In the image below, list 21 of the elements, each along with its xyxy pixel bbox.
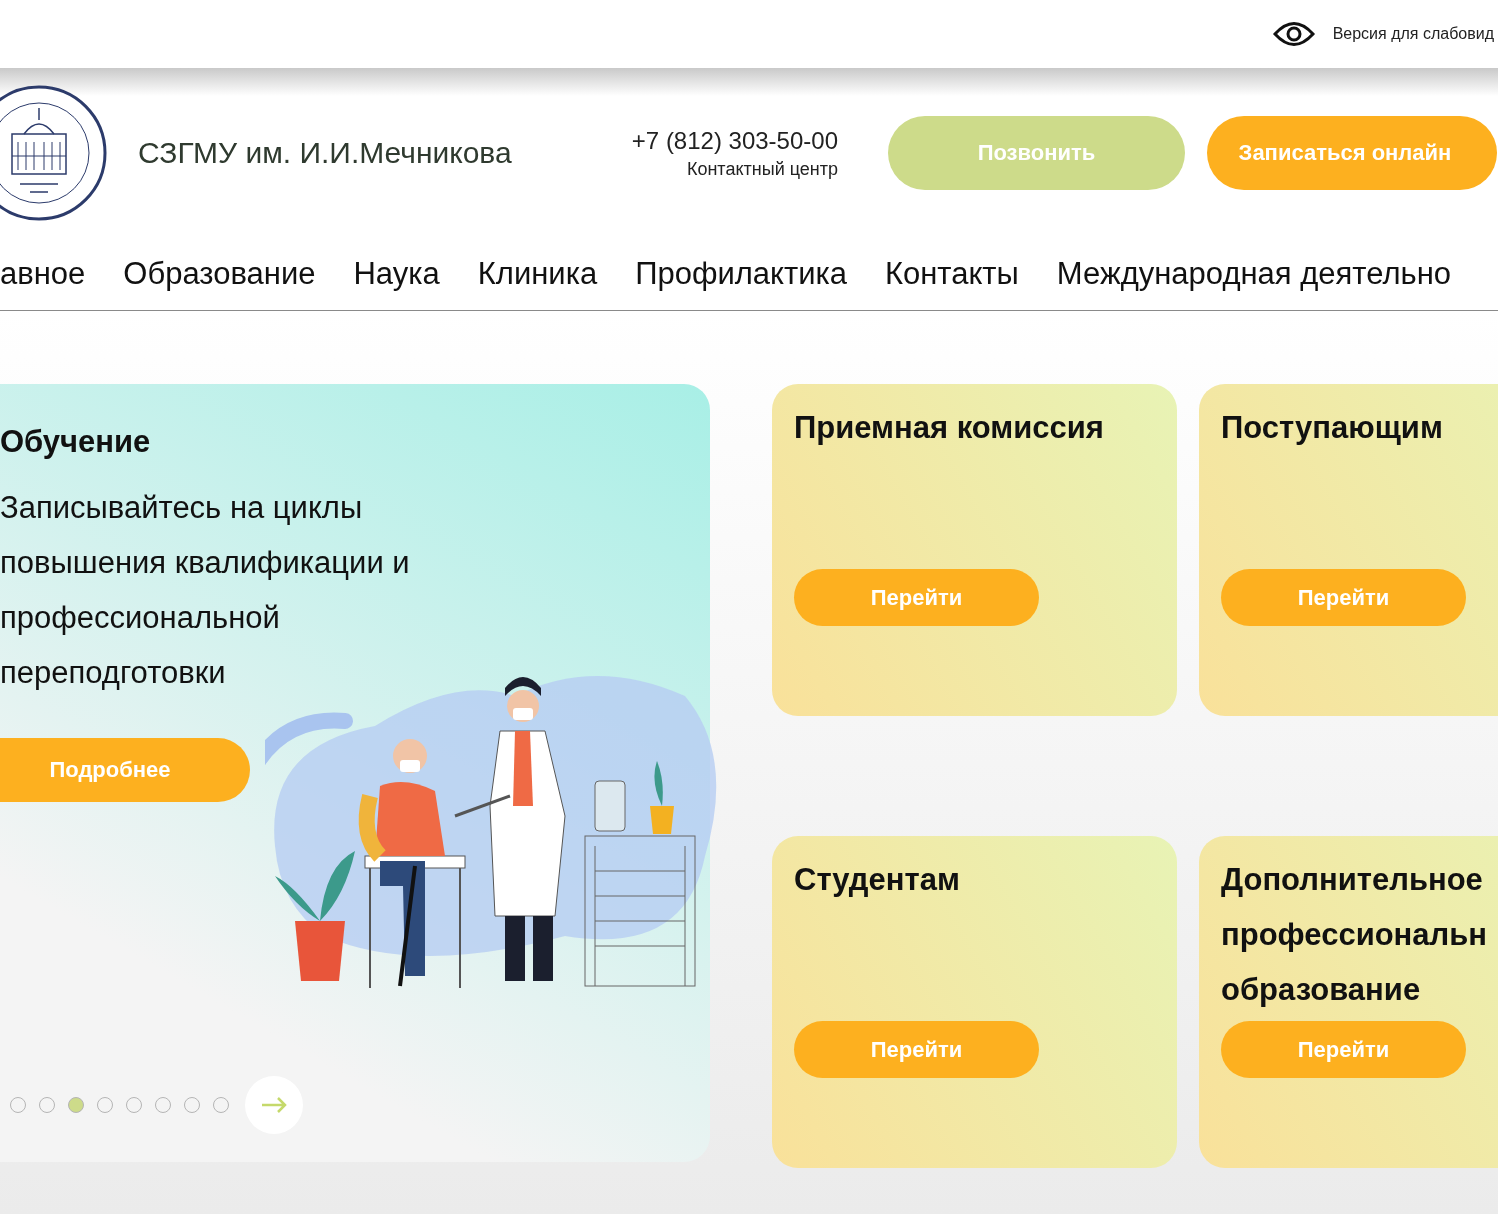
nav-link[interactable]: Наука <box>353 256 440 292</box>
accessibility-link[interactable]: Версия для слабовид <box>1272 21 1494 47</box>
card-title: Поступающим <box>1221 409 1444 447</box>
slide-indicator-dot[interactable] <box>68 1097 84 1113</box>
arrow-right-icon <box>261 1097 287 1113</box>
eye-icon <box>1272 21 1315 47</box>
nav-link[interactable]: авное <box>0 256 86 292</box>
nav-link[interactable]: Образование <box>123 256 316 292</box>
slide-title: Обучение <box>0 424 152 460</box>
card-title: Приемная комиссия <box>794 409 1105 447</box>
card-title: Дополнительное профессиональн образование <box>1221 861 1489 1009</box>
card-title: Студентам <box>794 861 961 899</box>
slide-text: Записывайтесь на циклы повышения квалификации и профессиональной переподготовки <box>0 489 411 692</box>
nav-link[interactable]: Профилактика <box>635 256 847 292</box>
university-seal-logo[interactable] <box>0 84 108 222</box>
nav-link[interactable]: Клиника <box>477 256 598 292</box>
nav-link[interactable]: Контакты <box>884 256 1019 292</box>
phone-caption: Контактный центр <box>686 158 838 180</box>
nav-link[interactable]: Международная деятельно <box>1056 256 1452 292</box>
phone-number[interactable]: +7 (812) 303-50-00 <box>631 126 838 155</box>
university-name: СЗГМУ им. И.И.Мечникова <box>138 136 512 170</box>
